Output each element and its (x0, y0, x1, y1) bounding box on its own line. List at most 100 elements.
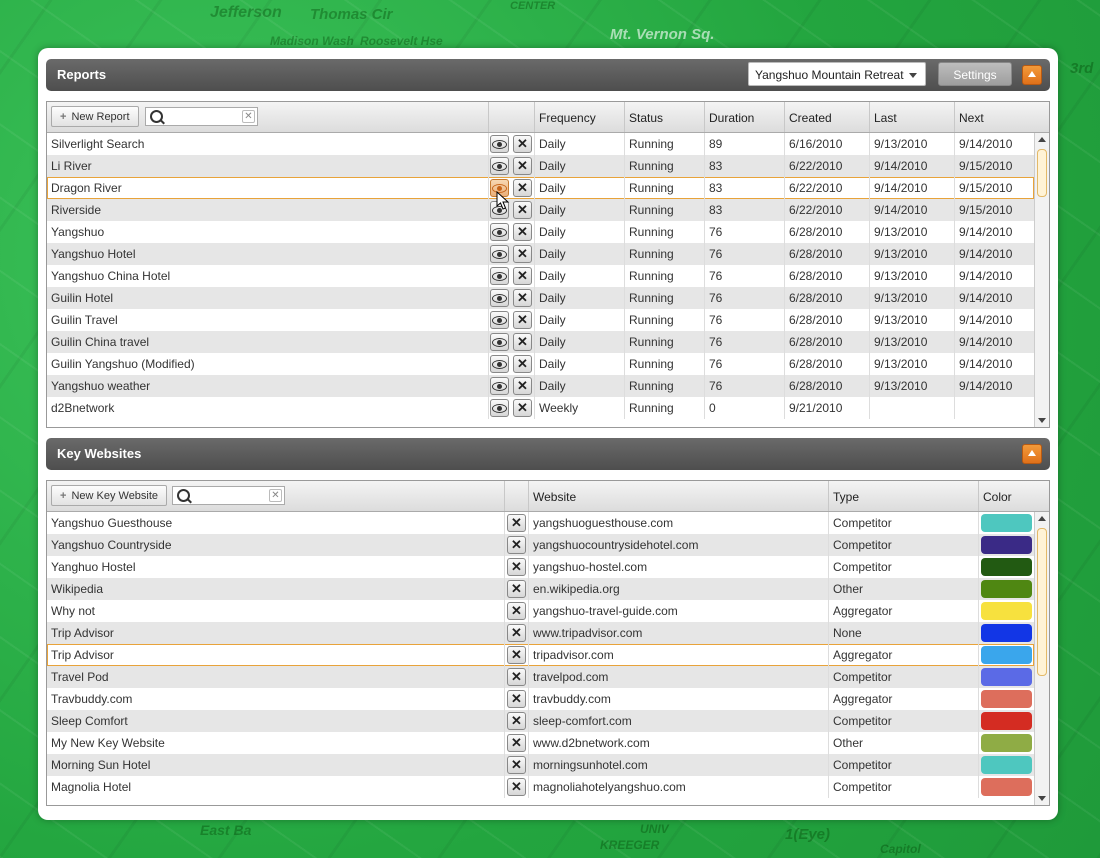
view-report-button[interactable] (490, 223, 509, 241)
table-row[interactable]: Guilin China travel ✕ Daily Running 76 6/28/2… (47, 331, 1034, 353)
key-website-color[interactable] (978, 534, 1034, 556)
collapse-reports-button[interactable] (1022, 65, 1042, 85)
view-report-button[interactable] (490, 267, 509, 285)
key-website-color[interactable] (978, 688, 1034, 710)
column-last[interactable]: Last (869, 102, 954, 132)
table-row[interactable]: My New Key Website ✕ www.d2bnetwork.com Oth… (47, 732, 1034, 754)
color-swatch[interactable] (981, 558, 1032, 576)
table-row[interactable]: Sleep Comfort ✕ sleep-comfort.com Competito… (47, 710, 1034, 732)
table-row[interactable]: d2Bnetwork ✕ Weekly Running 0 9/21/2010 (47, 397, 1034, 419)
table-row[interactable]: Riverside ✕ Daily Running 83 6/22/2010 9/14/20… (47, 199, 1034, 221)
delete-report-button[interactable]: ✕ (513, 223, 532, 241)
view-report-button[interactable] (490, 289, 509, 307)
color-swatch[interactable] (981, 536, 1032, 554)
key-website-color[interactable] (978, 666, 1034, 688)
project-select[interactable]: Yangshuo Mountain Retreat (748, 62, 926, 86)
key-website-color[interactable] (978, 600, 1034, 622)
scroll-up-icon[interactable] (1038, 516, 1046, 521)
delete-report-button[interactable]: ✕ (513, 179, 532, 197)
table-row[interactable]: Yangshuo ✕ Daily Running 76 6/28/2010 9/13/201… (47, 221, 1034, 243)
delete-key-website-button[interactable]: ✕ (507, 558, 526, 576)
reports-scrollbar[interactable] (1034, 133, 1049, 427)
delete-key-website-button[interactable]: ✕ (507, 712, 526, 730)
delete-key-website-button[interactable]: ✕ (507, 668, 526, 686)
view-report-button[interactable] (490, 157, 509, 175)
color-swatch[interactable] (981, 668, 1032, 686)
settings-button[interactable]: Settings (938, 62, 1012, 86)
key-website-color[interactable] (978, 710, 1034, 732)
column-color[interactable]: Color (978, 481, 1034, 511)
column-type[interactable]: Type (828, 481, 978, 511)
scrollbar-thumb[interactable] (1037, 528, 1047, 676)
delete-key-website-button[interactable]: ✕ (507, 734, 526, 752)
key-websites-search-input[interactable]: ✕ (172, 486, 285, 505)
scroll-down-icon[interactable] (1038, 796, 1046, 801)
table-row[interactable]: Silverlight Search ✕ Daily Running 89 6/16/20… (47, 133, 1034, 155)
delete-key-website-button[interactable]: ✕ (507, 602, 526, 620)
clear-search-icon[interactable]: ✕ (242, 110, 255, 123)
table-row[interactable]: Yangshuo Hotel ✕ Daily Running 76 6/28/2010 9/… (47, 243, 1034, 265)
table-row[interactable]: Wikipedia ✕ en.wikipedia.org Other (47, 578, 1034, 600)
scroll-down-icon[interactable] (1038, 418, 1046, 423)
delete-key-website-button[interactable]: ✕ (507, 778, 526, 796)
table-row[interactable]: Guilin Hotel ✕ Daily Running 76 6/28/2010 9/13… (47, 287, 1034, 309)
table-row[interactable]: Trip Advisor ✕ tripadvisor.com Aggregator (47, 644, 1034, 666)
delete-report-button[interactable]: ✕ (513, 289, 532, 307)
key-website-color[interactable] (978, 578, 1034, 600)
key-website-color[interactable] (978, 732, 1034, 754)
delete-key-website-button[interactable]: ✕ (507, 646, 526, 664)
key-website-color[interactable] (978, 754, 1034, 776)
delete-key-website-button[interactable]: ✕ (507, 536, 526, 554)
delete-key-website-button[interactable]: ✕ (507, 514, 526, 532)
column-frequency[interactable]: Frequency (534, 102, 624, 132)
key-website-color[interactable] (978, 512, 1034, 534)
table-row[interactable]: Yangshuo China Hotel ✕ Daily Running 76 6/28/… (47, 265, 1034, 287)
new-key-website-button[interactable]: + New Key Website (51, 485, 168, 506)
key-website-color[interactable] (978, 776, 1034, 798)
table-row[interactable]: Yangshuo weather ✕ Daily Running 76 6/28/2010… (47, 375, 1034, 397)
key-website-color[interactable] (978, 622, 1034, 644)
table-row[interactable]: Morning Sun Hotel ✕ morningsunhotel.com Com… (47, 754, 1034, 776)
table-row[interactable]: Yangshuo Guesthouse ✕ yangshuoguesthouse.c… (47, 512, 1034, 534)
color-swatch[interactable] (981, 602, 1032, 620)
delete-report-button[interactable]: ✕ (513, 311, 532, 329)
delete-key-website-button[interactable]: ✕ (507, 756, 526, 774)
color-swatch[interactable] (981, 778, 1032, 796)
key-website-color[interactable] (978, 556, 1034, 578)
new-report-button[interactable]: + New Report (51, 106, 139, 127)
delete-key-website-button[interactable]: ✕ (507, 580, 526, 598)
clear-search-icon[interactable]: ✕ (269, 489, 282, 502)
color-swatch[interactable] (981, 712, 1032, 730)
table-row[interactable]: Magnolia Hotel ✕ magnoliahotelyangshuo.com… (47, 776, 1034, 798)
view-report-button[interactable] (490, 377, 509, 395)
color-swatch[interactable] (981, 646, 1032, 664)
column-created[interactable]: Created (784, 102, 869, 132)
delete-report-button[interactable]: ✕ (513, 355, 532, 373)
key-website-color[interactable] (978, 644, 1034, 666)
key-websites-scrollbar[interactable] (1034, 512, 1049, 805)
delete-report-button[interactable]: ✕ (513, 333, 532, 351)
view-report-button[interactable] (490, 333, 509, 351)
delete-report-button[interactable]: ✕ (513, 399, 532, 417)
delete-report-button[interactable]: ✕ (513, 245, 532, 263)
table-row[interactable]: Yangshuo Countryside ✕ yangshuocountryside… (47, 534, 1034, 556)
table-row[interactable]: Li River ✕ Daily Running 83 6/22/2010 9/14/201… (47, 155, 1034, 177)
table-row[interactable]: Guilin Yangshuo (Modified) ✕ Daily Running 7… (47, 353, 1034, 375)
delete-key-website-button[interactable]: ✕ (507, 690, 526, 708)
delete-report-button[interactable]: ✕ (513, 377, 532, 395)
color-swatch[interactable] (981, 734, 1032, 752)
column-website[interactable]: Website (528, 481, 828, 511)
color-swatch[interactable] (981, 624, 1032, 642)
reports-search-input[interactable]: ✕ (145, 107, 258, 126)
delete-report-button[interactable]: ✕ (513, 267, 532, 285)
column-duration[interactable]: Duration (704, 102, 784, 132)
delete-report-button[interactable]: ✕ (513, 157, 532, 175)
view-report-button[interactable] (490, 245, 509, 263)
table-row[interactable]: Why not ✕ yangshuo-travel-guide.com Aggrega… (47, 600, 1034, 622)
view-report-button[interactable] (490, 399, 509, 417)
color-swatch[interactable] (981, 580, 1032, 598)
table-row[interactable]: Guilin Travel ✕ Daily Running 76 6/28/2010 9/1… (47, 309, 1034, 331)
column-status[interactable]: Status (624, 102, 704, 132)
table-row[interactable]: Travel Pod ✕ travelpod.com Competitor (47, 666, 1034, 688)
delete-key-website-button[interactable]: ✕ (507, 624, 526, 642)
